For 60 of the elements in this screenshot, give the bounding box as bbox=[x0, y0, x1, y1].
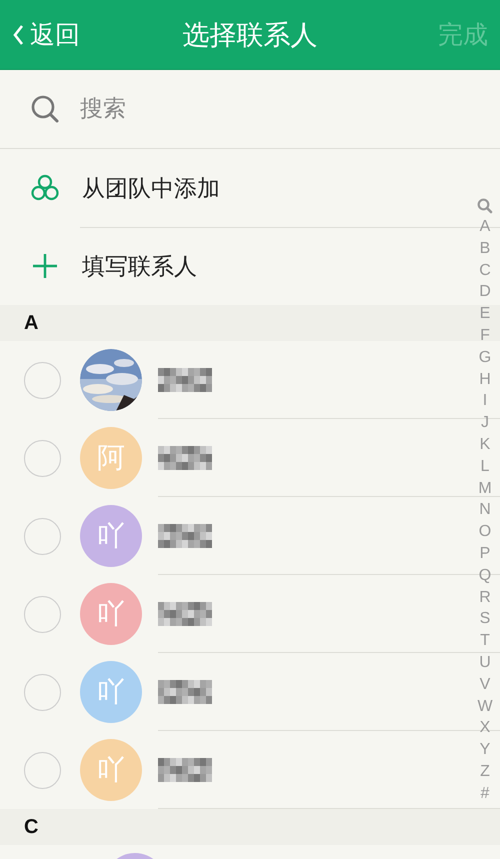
index-letter[interactable]: M bbox=[478, 478, 492, 500]
index-letter[interactable]: B bbox=[480, 238, 490, 260]
pixelated-name-drawing bbox=[158, 524, 212, 548]
contact-item[interactable]: 吖 bbox=[0, 731, 460, 809]
action-item[interactable]: 从团队中添加 bbox=[0, 149, 460, 227]
index-letter[interactable]: E bbox=[480, 303, 490, 325]
contact-item[interactable]: 吖 bbox=[0, 497, 460, 575]
nav-title: 选择联系人 bbox=[182, 18, 318, 52]
pixelated-name-drawing bbox=[158, 680, 212, 704]
index-letter[interactable]: D bbox=[479, 281, 491, 304]
team-icon bbox=[30, 173, 60, 203]
index-letter[interactable]: J bbox=[481, 412, 489, 434]
index-letter[interactable]: V bbox=[480, 674, 490, 696]
select-circle[interactable] bbox=[24, 362, 61, 398]
index-letter[interactable]: U bbox=[479, 652, 491, 674]
avatar: 吖 bbox=[80, 739, 142, 801]
contact-item[interactable]: 吖 bbox=[0, 653, 460, 731]
index-letter[interactable]: G bbox=[478, 346, 492, 369]
index-letter[interactable]: Q bbox=[478, 564, 492, 587]
section-header: C bbox=[0, 809, 500, 845]
contact-item[interactable]: 吖 bbox=[0, 575, 460, 653]
back-button[interactable]: 返回 bbox=[12, 18, 80, 51]
index-letter[interactable]: P bbox=[480, 542, 490, 565]
select-circle[interactable] bbox=[24, 596, 61, 632]
index-letter[interactable]: W bbox=[477, 696, 493, 718]
pixelated-name-drawing bbox=[158, 602, 212, 626]
index-letter[interactable]: N bbox=[479, 499, 491, 522]
index-letter[interactable]: C bbox=[479, 260, 491, 282]
index-letter[interactable]: T bbox=[480, 630, 490, 652]
index-letter[interactable]: X bbox=[480, 717, 490, 740]
index-bar[interactable]: A B C D E F G H I J K L M N O P Q R S T U V W X Y Z # bbox=[474, 198, 496, 805]
index-letter[interactable]: K bbox=[480, 434, 490, 456]
search-field[interactable]: 搜索 bbox=[78, 95, 382, 123]
avatar: 阿 bbox=[80, 427, 142, 489]
avatar: 吖 bbox=[80, 583, 142, 645]
index-letter[interactable]: # bbox=[480, 782, 490, 805]
back-chevron-icon bbox=[12, 24, 24, 46]
index-letter[interactable]: Y bbox=[480, 739, 490, 761]
select-circle[interactable] bbox=[24, 674, 61, 710]
avatar: 吖 bbox=[80, 661, 142, 723]
pixelated-name-drawing bbox=[158, 446, 212, 470]
index-letter[interactable]: A bbox=[480, 216, 490, 238]
index-letter[interactable]: F bbox=[480, 324, 490, 347]
index-letter[interactable]: H bbox=[479, 368, 491, 390]
index-letter[interactable]: S bbox=[480, 608, 490, 630]
select-circle[interactable] bbox=[24, 752, 61, 788]
select-circle[interactable] bbox=[24, 518, 61, 554]
index-letter[interactable]: O bbox=[478, 521, 492, 543]
index-letter[interactable]: Z bbox=[480, 760, 490, 783]
contact-item[interactable]: 阿 bbox=[0, 419, 460, 497]
search-icon bbox=[30, 94, 60, 124]
search-icon bbox=[477, 198, 493, 214]
index-letter[interactable]: I bbox=[482, 390, 488, 412]
index-letter[interactable]: R bbox=[479, 586, 491, 608]
select-circle[interactable] bbox=[24, 440, 61, 476]
avatar: 吖 bbox=[80, 505, 142, 567]
plus-icon bbox=[30, 251, 60, 281]
index-letter[interactable]: L bbox=[480, 456, 490, 478]
pixelated-name-drawing bbox=[158, 368, 212, 392]
pixelated-name-drawing bbox=[158, 758, 212, 782]
